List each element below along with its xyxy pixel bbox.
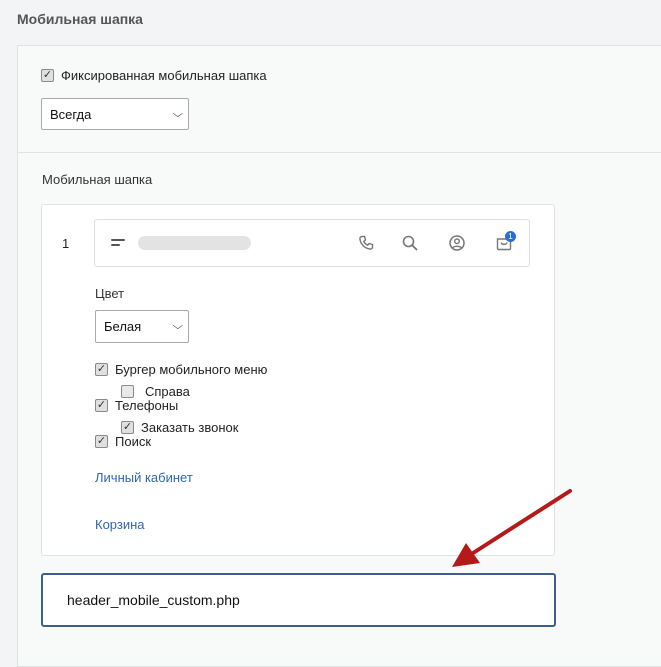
callback-label: Заказать звонок xyxy=(141,420,239,435)
fixed-mode-value: Всегда xyxy=(50,106,92,122)
logo-placeholder xyxy=(138,236,251,250)
burger-checkbox[interactable]: ✓ xyxy=(95,363,108,376)
fixed-header-label: Фиксированная мобильная шапка xyxy=(61,68,267,83)
layout-number: 1 xyxy=(62,236,70,251)
cart-link[interactable]: Корзина xyxy=(95,517,145,532)
search-option[interactable]: ✓ Поиск xyxy=(95,434,151,449)
phones-checkbox[interactable]: ✓ xyxy=(95,399,108,412)
menu-icon xyxy=(111,239,125,249)
right-checkbox[interactable] xyxy=(121,385,134,398)
burger-label: Бургер мобильного меню xyxy=(115,362,268,377)
red-arrow-icon xyxy=(452,489,572,567)
custom-file-input[interactable]: header_mobile_custom.php xyxy=(41,573,556,627)
mobile-header-label: Мобильная шапка xyxy=(42,172,153,187)
cart-badge: 1 xyxy=(505,231,516,242)
chevron-down-icon: ⌵ xyxy=(172,321,184,332)
phones-option[interactable]: ✓ Телефоны xyxy=(95,398,178,413)
callback-checkbox[interactable]: ✓ xyxy=(121,421,134,434)
callback-option[interactable]: ✓ Заказать звонок xyxy=(121,420,238,435)
fixed-header-option[interactable]: ✓ Фиксированная мобильная шапка xyxy=(41,68,267,83)
section-title: Мобильная шапка xyxy=(17,11,143,27)
burger-option[interactable]: ✓ Бургер мобильного меню xyxy=(95,362,267,377)
search-icon xyxy=(402,235,418,251)
search-label: Поиск xyxy=(115,434,152,449)
right-option[interactable]: Справа xyxy=(121,384,190,399)
search-checkbox[interactable]: ✓ xyxy=(95,435,108,448)
cabinet-link[interactable]: Личный кабинет xyxy=(95,470,193,485)
color-label: Цвет xyxy=(95,286,125,301)
user-icon xyxy=(449,235,465,251)
header-preview: 1 xyxy=(94,219,530,267)
phone-icon xyxy=(359,235,374,250)
color-select[interactable]: Белая ⌵ xyxy=(95,310,189,343)
custom-file-value: header_mobile_custom.php xyxy=(67,592,240,608)
panel-divider xyxy=(18,152,661,153)
right-label: Справа xyxy=(145,384,190,399)
fixed-mode-select[interactable]: Всегда ⌵ xyxy=(41,98,189,130)
fixed-header-checkbox[interactable]: ✓ xyxy=(41,69,54,82)
phones-label: Телефоны xyxy=(115,398,179,413)
color-select-value: Белая xyxy=(104,319,142,334)
chevron-down-icon: ⌵ xyxy=(172,108,184,120)
